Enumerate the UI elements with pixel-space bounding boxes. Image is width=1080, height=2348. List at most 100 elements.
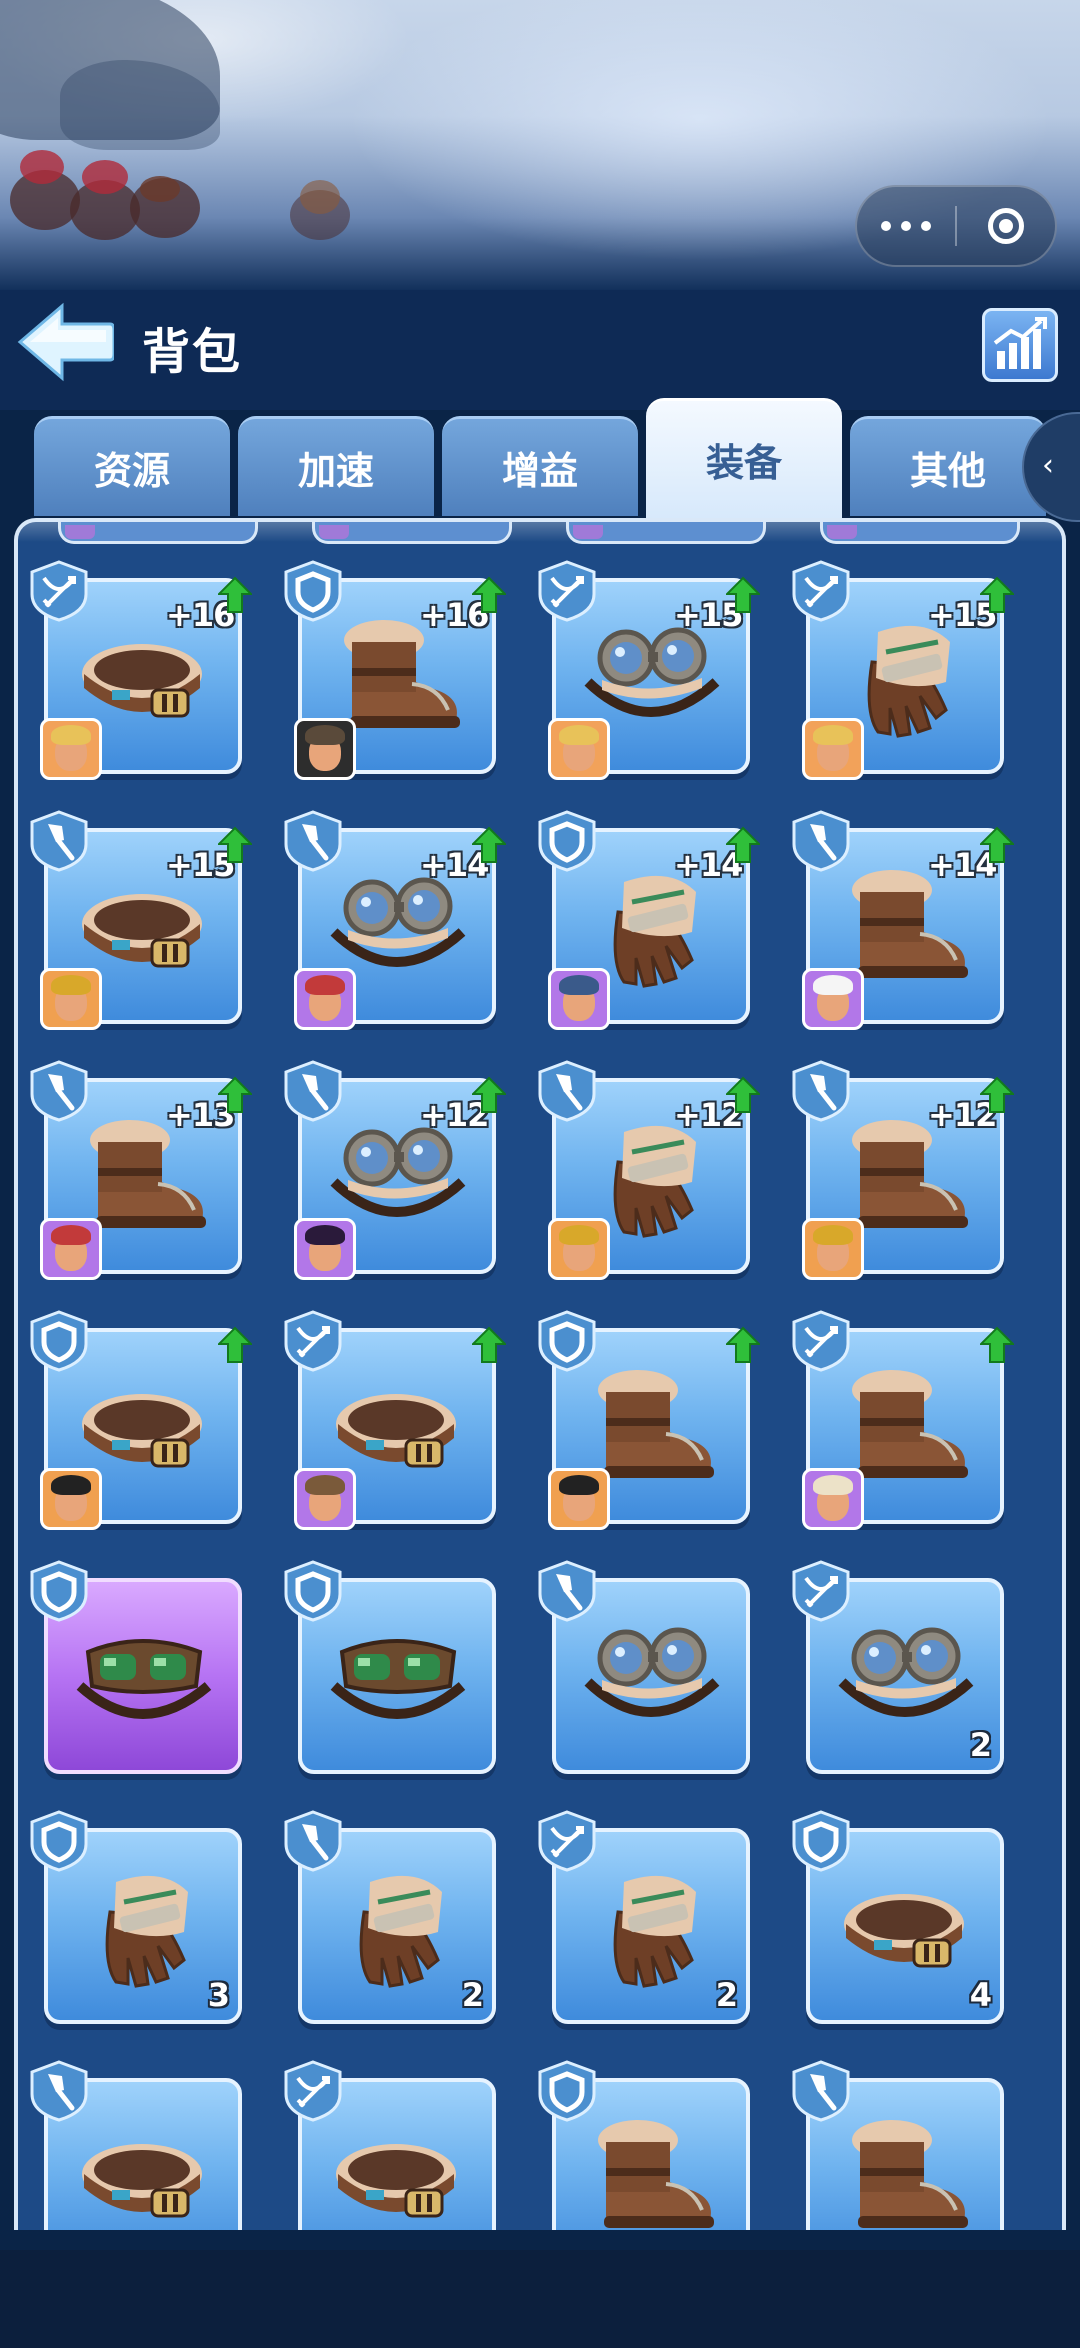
item-count-label: 2 [461,1976,484,2014]
bar-chart-icon [993,317,1047,369]
tophat-hero-portrait [40,1468,102,1530]
blonde-hero-portrait [802,718,864,780]
upgrade-arrow-icon [726,1326,760,1363]
crossbow-icon [284,1310,342,1372]
tab-boosts[interactable]: 增益 [442,416,638,516]
gloves-item-icon [105,1875,188,1988]
shovel-icon [30,1060,88,1122]
inventory-panel: +16 +16 +15 +15 +15 +14 +14 +14 +13 +12 … [14,518,1066,2230]
shield-icon [284,1560,342,1622]
belt-item-icon [82,2144,202,2218]
upgrade-arrow-icon [980,826,1014,863]
blonde-hero-portrait [40,718,102,780]
red-hat-hero-portrait [294,968,356,1030]
tab-speedups[interactable]: 加速 [238,416,434,516]
upgrade-arrow-icon [472,826,506,863]
shovel-icon [538,1560,596,1622]
tab-resources[interactable]: 资源 [34,416,230,516]
crossbow-icon [792,1310,850,1372]
stats-button[interactable] [982,308,1058,382]
close-target-icon [987,208,1024,244]
gloves-item-icon [613,1875,696,1988]
shovel-icon [538,1060,596,1122]
tophat-hero-portrait [548,1468,610,1530]
upgrade-arrow-icon [218,1326,252,1363]
partial-item-card[interactable] [58,522,258,544]
belt-item-icon [844,1894,964,1968]
miner-hero-portrait [40,968,102,1030]
upgrade-arrow-icon [472,1326,506,1363]
upgrade-arrow-icon [472,1076,506,1113]
upgrade-arrow-icon [218,576,252,613]
shovel-icon [284,810,342,872]
upgrade-arrow-icon [472,576,506,613]
shield-icon [538,2060,596,2122]
aviator-hero-portrait [294,1468,356,1530]
boots-item-icon [598,2120,714,2228]
tab-others[interactable]: 其他 [850,416,1046,516]
upgrade-arrow-icon [726,1076,760,1113]
shield-icon [538,1310,596,1372]
back-arrow-icon [17,302,116,382]
tab-equipment[interactable]: 装备 [646,398,842,518]
shovel-icon [30,2060,88,2122]
item-count-label: 2 [969,1726,992,1764]
helmet-hero-portrait [548,968,610,1030]
boots-item-icon [852,2120,968,2228]
page-title: 背包 [142,324,243,380]
miner-hero-portrait [548,1218,610,1280]
crossbow-icon [538,1810,596,1872]
blonde-hero-portrait [548,718,610,780]
shovel-icon [792,810,850,872]
crossbow-icon [30,560,88,622]
crossbow-icon [284,2060,342,2122]
upgrade-arrow-icon [218,826,252,863]
upgrade-arrow-icon [980,1326,1014,1363]
partial-item-card[interactable] [566,522,766,544]
shield-icon [30,1810,88,1872]
shield-icon [30,1310,88,1372]
shield-icon [30,1560,88,1622]
partial-item-card[interactable] [820,522,1020,544]
upgrade-arrow-icon [726,826,760,863]
chevron-left-icon: ‹ [1042,448,1054,483]
crossbow-icon [792,1560,850,1622]
goggles-item-icon [584,1627,720,1717]
partial-item-card[interactable] [312,522,512,544]
more-dots-icon [876,221,936,231]
red-hat-hero-portrait [40,1218,102,1280]
crossbow-icon [538,560,596,622]
shovel-icon [792,1060,850,1122]
goggles-green-item-icon [330,1639,466,1719]
shield-icon [792,1810,850,1872]
item-count-label: 4 [969,1976,992,2014]
shield-icon [538,810,596,872]
shovel-icon [792,2060,850,2122]
goggles-hero-portrait [294,718,356,780]
dark-hair-hero-portrait [294,1218,356,1280]
mini-program-capsule [855,185,1057,267]
shovel-icon [284,1810,342,1872]
turban-hero-portrait [802,1468,864,1530]
bottom-safe-area [0,2250,1080,2348]
chef-hero-portrait [802,968,864,1030]
upgrade-arrow-icon [980,1076,1014,1113]
crossbow-icon [792,560,850,622]
shovel-icon [30,810,88,872]
miner-hero-portrait [802,1218,864,1280]
goggles-green-item-icon [76,1639,212,1719]
gloves-item-icon [359,1875,442,1988]
item-count-label: 3 [207,1976,230,2014]
upgrade-arrow-icon [218,1076,252,1113]
more-menu-button[interactable] [857,187,955,265]
upgrade-arrow-icon [726,576,760,613]
goggles-item-icon [838,1627,974,1717]
item-count-label: 2 [715,1976,738,2014]
belt-item-icon [336,2144,456,2218]
category-tabs: 资源 加速 增益 装备 其他 [0,398,1080,520]
upgrade-arrow-icon [980,576,1014,613]
shovel-icon [284,1060,342,1122]
close-program-button[interactable] [957,187,1055,265]
shield-icon [284,560,342,622]
back-button[interactable] [14,300,116,384]
